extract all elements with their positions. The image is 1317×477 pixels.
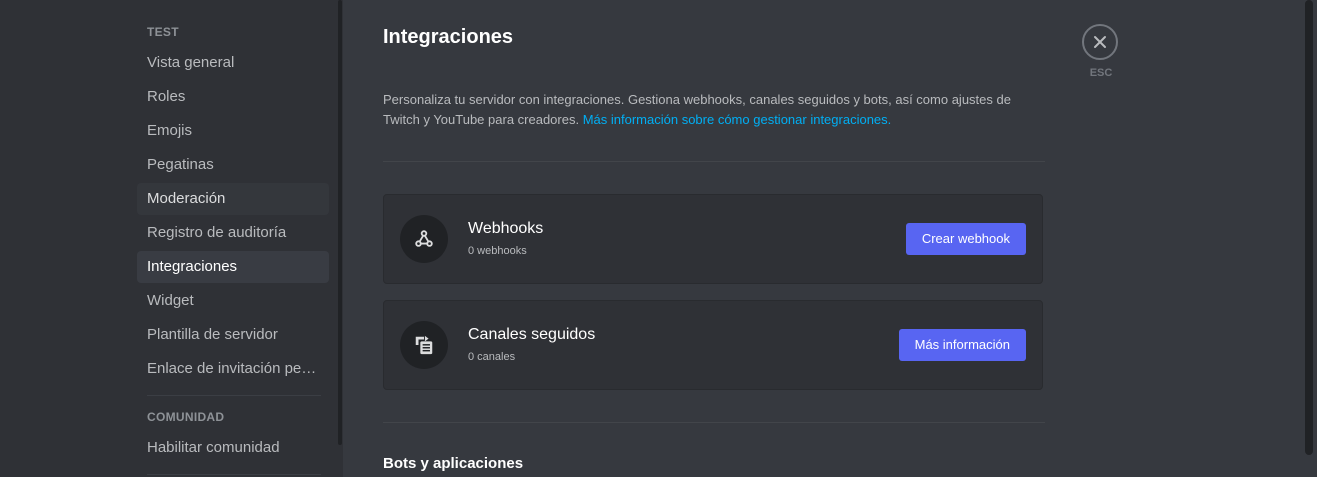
close-icon	[1094, 36, 1106, 48]
sidebar-item-integrations[interactable]: Integraciones	[137, 251, 329, 283]
sidebar-separator	[147, 395, 321, 396]
sidebar-header-server: TEST	[147, 25, 179, 39]
create-webhook-button[interactable]: Crear webhook	[905, 223, 1026, 255]
followed-channel-icon	[400, 321, 448, 369]
followed-channels-count: 0 canales	[468, 351, 516, 363]
followed-channels-title: Canales seguidos	[468, 326, 596, 343]
followed-channels-card: Canales seguidos 0 canales Más informaci…	[383, 300, 1043, 390]
sidebar-item-server-template[interactable]: Plantilla de servidor	[137, 319, 329, 351]
sidebar-item-overview[interactable]: Vista general	[137, 47, 329, 79]
webhook-icon	[400, 215, 448, 263]
close-control[interactable]: ESC	[1082, 24, 1120, 79]
page-title: Integraciones	[383, 26, 514, 48]
sidebar-item-stickers[interactable]: Pegatinas	[137, 149, 329, 181]
sidebar-item-emojis[interactable]: Emojis	[137, 115, 329, 147]
settings-sidebar: TEST Vista general Roles Emojis Pegatina…	[0, 0, 343, 477]
webhooks-card: Webhooks 0 webhooks Crear webhook	[383, 194, 1043, 284]
sidebar-scrollbar[interactable]	[338, 0, 342, 445]
webhooks-title: Webhooks	[468, 220, 544, 237]
sidebar-item-widget[interactable]: Widget	[137, 285, 329, 317]
divider	[383, 161, 1045, 162]
bots-section-title: Bots y aplicaciones	[383, 455, 524, 472]
learn-more-button[interactable]: Más información	[898, 329, 1026, 361]
divider	[383, 422, 1045, 423]
esc-label: ESC	[1089, 67, 1113, 79]
sidebar-header-community: COMUNIDAD	[147, 410, 225, 424]
webhooks-count: 0 webhooks	[468, 245, 527, 257]
sidebar-separator	[147, 474, 321, 475]
sidebar-item-roles[interactable]: Roles	[137, 81, 329, 113]
sidebar-item-audit-log[interactable]: Registro de auditoría	[137, 217, 329, 249]
close-button[interactable]	[1082, 24, 1118, 60]
sidebar-item-enable-community[interactable]: Habilitar comunidad	[137, 432, 329, 464]
page-description: Personaliza tu servidor con integracione…	[383, 90, 1048, 130]
sidebar-item-moderation[interactable]: Moderación	[137, 183, 329, 215]
content-scrollbar[interactable]	[1305, 0, 1313, 455]
learn-more-link[interactable]: Más información sobre cómo gestionar int…	[583, 112, 892, 127]
sidebar-item-vanity-url[interactable]: Enlace de invitación personalizado	[137, 353, 329, 385]
